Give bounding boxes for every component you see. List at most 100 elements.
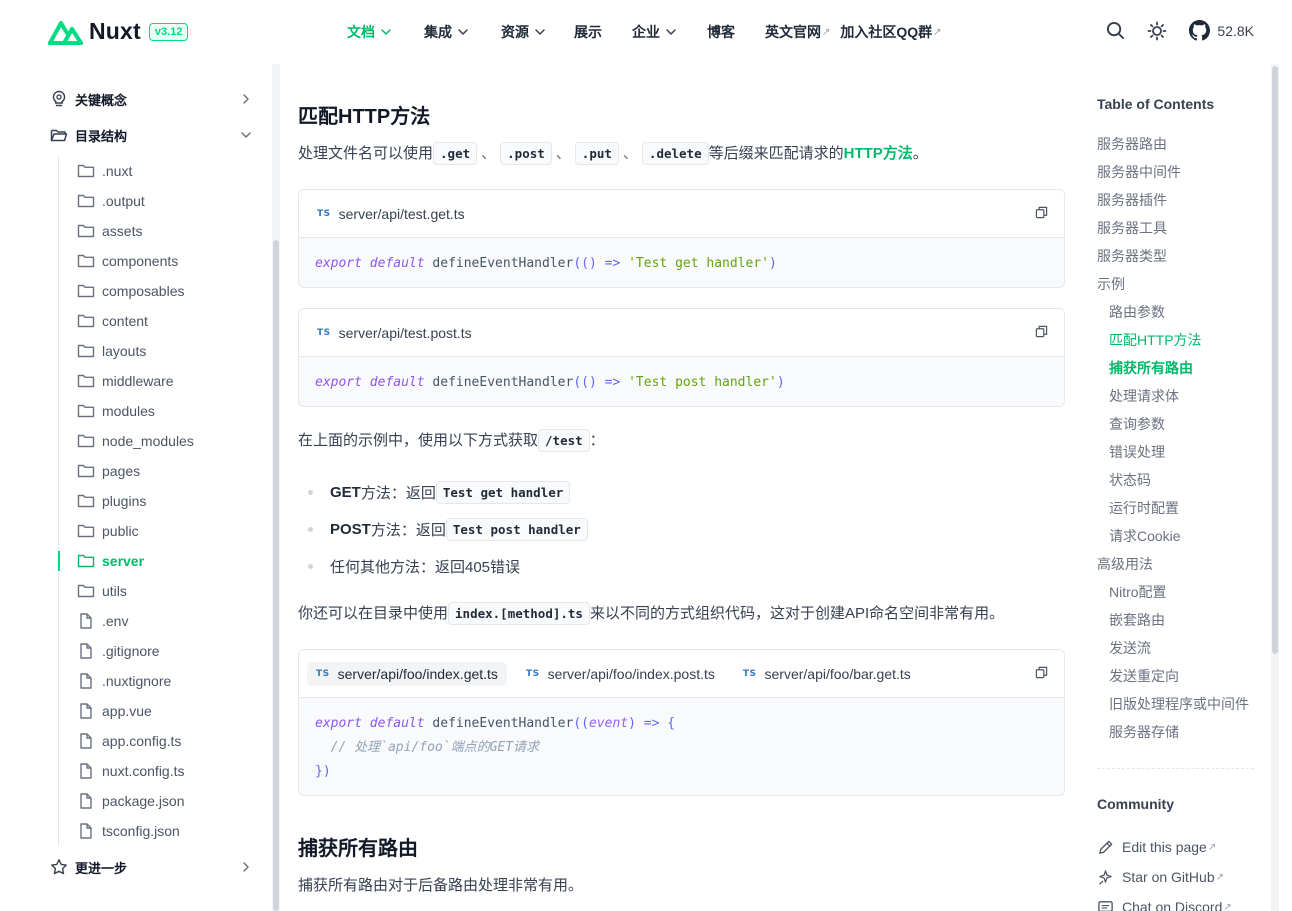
copy-button[interactable] — [1035, 206, 1048, 222]
text: 处理文件名可以使用 — [298, 145, 434, 162]
main-nav: 文档 集成 资源 展示 企业 博客 英文官网 ↗ 加入社区QQ群 ↗ — [347, 22, 942, 42]
tree-item[interactable]: .gitignore — [59, 636, 258, 666]
toc-item[interactable]: 服务器插件 — [1097, 186, 1257, 214]
tree-item[interactable]: plugins — [59, 486, 258, 516]
search-button[interactable] — [1106, 21, 1125, 40]
tree-item[interactable]: utils — [59, 576, 258, 606]
toc-item[interactable]: Nitro配置 — [1097, 578, 1257, 606]
tree-item[interactable]: pages — [59, 456, 258, 486]
folder-icon — [77, 254, 95, 268]
nav-blog[interactable]: 博客 — [707, 22, 735, 42]
edit-this-page-link[interactable]: Edit this page ↗ — [1097, 832, 1257, 862]
tree-item[interactable]: .env — [59, 606, 258, 636]
tree-item[interactable]: public — [59, 516, 258, 546]
tree-item[interactable]: app.config.ts — [59, 726, 258, 756]
sidebar-section-directory-structure[interactable]: 目录结构 — [50, 120, 252, 150]
method-name: GET — [330, 484, 361, 501]
toc-item[interactable]: 旧版处理程序或中间件 — [1097, 690, 1257, 718]
toc-item[interactable]: 请求Cookie — [1097, 522, 1257, 550]
tree-item[interactable]: server — [58, 546, 258, 576]
nav-join-qq-group[interactable]: 加入社区QQ群 ↗ — [840, 22, 941, 42]
external-link-icon: ↗ — [1215, 871, 1224, 883]
copy-button[interactable] — [1035, 325, 1048, 341]
nuxt-logo[interactable]: Nuxt v3.12 — [48, 18, 189, 45]
code-tab[interactable]: TS server/api/foo/bar.get.ts — [734, 662, 920, 686]
toc-item[interactable]: 查询参数 — [1097, 410, 1257, 438]
nav-docs[interactable]: 文档 — [347, 22, 392, 42]
sidebar-section-key-concepts[interactable]: 关键概念 — [50, 84, 252, 114]
toc-item[interactable]: 匹配HTTP方法 — [1097, 326, 1257, 354]
code-parameter: event — [588, 716, 629, 731]
nav-english-site[interactable]: 英文官网 ↗ — [765, 22, 830, 42]
tree-item[interactable]: node_modules — [59, 426, 258, 456]
tree-item[interactable]: tsconfig.json — [59, 816, 258, 846]
tree-item[interactable]: .nuxt — [59, 156, 258, 186]
tree-item[interactable]: assets — [59, 216, 258, 246]
tree-item[interactable]: content — [59, 306, 258, 336]
toc-item[interactable]: 服务器中间件 — [1097, 158, 1257, 186]
toc-item[interactable]: 错误处理 — [1097, 438, 1257, 466]
tree-item[interactable]: .nuxtignore — [59, 666, 258, 696]
tree-item[interactable]: .output — [59, 186, 258, 216]
version-badge[interactable]: v3.12 — [148, 22, 189, 41]
toc-item[interactable]: 服务器类型 — [1097, 242, 1257, 270]
toc-item[interactable]: 示例 — [1097, 270, 1257, 298]
chat-on-discord-link[interactable]: Chat on Discord ↗ — [1097, 892, 1257, 911]
lightbulb-icon — [50, 90, 68, 108]
code-keyword: default — [369, 375, 425, 390]
tree-item[interactable]: app.vue — [59, 696, 258, 726]
toc-item[interactable]: 高级用法 — [1097, 550, 1257, 578]
github-link[interactable]: 52.8K — [1189, 20, 1254, 41]
community-links: Community Edit this page ↗ Star on GitHub… — [1097, 796, 1257, 911]
toc-item[interactable]: 服务器存储 — [1097, 718, 1257, 746]
tree-item-label: .output — [102, 193, 145, 209]
code-punctuation: }) — [315, 764, 331, 779]
nav-resources[interactable]: 资源 — [501, 22, 546, 42]
tree-item[interactable]: middleware — [59, 366, 258, 396]
toc-item[interactable]: 服务器工具 — [1097, 214, 1257, 242]
code-tab-label: server/api/foo/bar.get.ts — [764, 665, 911, 682]
toc-item[interactable]: 运行时配置 — [1097, 494, 1257, 522]
toc-item[interactable]: 路由参数 — [1097, 298, 1257, 326]
theme-toggle-button[interactable] — [1147, 21, 1167, 41]
tree-item[interactable]: package.json — [59, 786, 258, 816]
star-on-github-link[interactable]: Star on GitHub ↗ — [1097, 862, 1257, 892]
nav-label: 英文官网 — [765, 24, 821, 40]
code-string: 'Test get handler' — [628, 256, 769, 271]
nav-showcase[interactable]: 展示 — [574, 22, 602, 42]
toc-item[interactable]: 嵌套路由 — [1097, 606, 1257, 634]
tree-item-label: .gitignore — [102, 643, 160, 659]
toc-item[interactable]: 发送流 — [1097, 634, 1257, 662]
nav-integrations[interactable]: 集成 — [424, 22, 469, 42]
tree-item[interactable]: modules — [59, 396, 258, 426]
typescript-icon: TS — [525, 668, 540, 679]
toc-item[interactable]: 发送重定向 — [1097, 662, 1257, 690]
nav-label: 加入社区QQ群 — [840, 24, 933, 40]
typescript-icon: TS — [316, 668, 330, 679]
sidebar-scrollbar-thumb[interactable] — [273, 240, 279, 911]
page-scrollbar-thumb[interactable] — [1272, 66, 1278, 654]
chevron-down-icon — [458, 29, 468, 35]
toc-item[interactable]: 状态码 — [1097, 466, 1257, 494]
docs-sidebar: 关键概念 目录结构 .nuxt .output assets components co… — [40, 64, 272, 911]
toc-item[interactable]: 处理请求体 — [1097, 382, 1257, 410]
tree-item-label: pages — [102, 463, 141, 479]
tree-item[interactable]: composables — [59, 276, 258, 306]
nav-enterprise[interactable]: 企业 — [632, 22, 677, 42]
code-filename: server/api/test.post.ts — [338, 324, 472, 341]
tree-item[interactable]: nuxt.config.ts — [59, 756, 258, 786]
copy-button[interactable] — [1035, 666, 1048, 682]
tree-item-label: .env — [102, 613, 129, 629]
code-tab[interactable]: TS server/api/foo/index.post.ts — [517, 662, 724, 686]
code-tab[interactable]: TS server/api/foo/index.get.ts — [307, 661, 507, 686]
code-function: defineEventHandler — [432, 716, 574, 731]
toc-item[interactable]: 服务器路由 — [1097, 130, 1257, 158]
folder-icon — [77, 344, 95, 358]
toc-item[interactable]: 捕获所有路由 — [1097, 354, 1257, 382]
community-link-label: Edit this page — [1122, 839, 1207, 855]
code-tab-label: server/api/foo/index.post.ts — [547, 665, 715, 682]
sidebar-section-going-further[interactable]: 更进一步 — [50, 852, 252, 882]
tree-item[interactable]: layouts — [59, 336, 258, 366]
tree-item[interactable]: components — [59, 246, 258, 276]
http-methods-link[interactable]: HTTP方法 — [844, 145, 913, 162]
